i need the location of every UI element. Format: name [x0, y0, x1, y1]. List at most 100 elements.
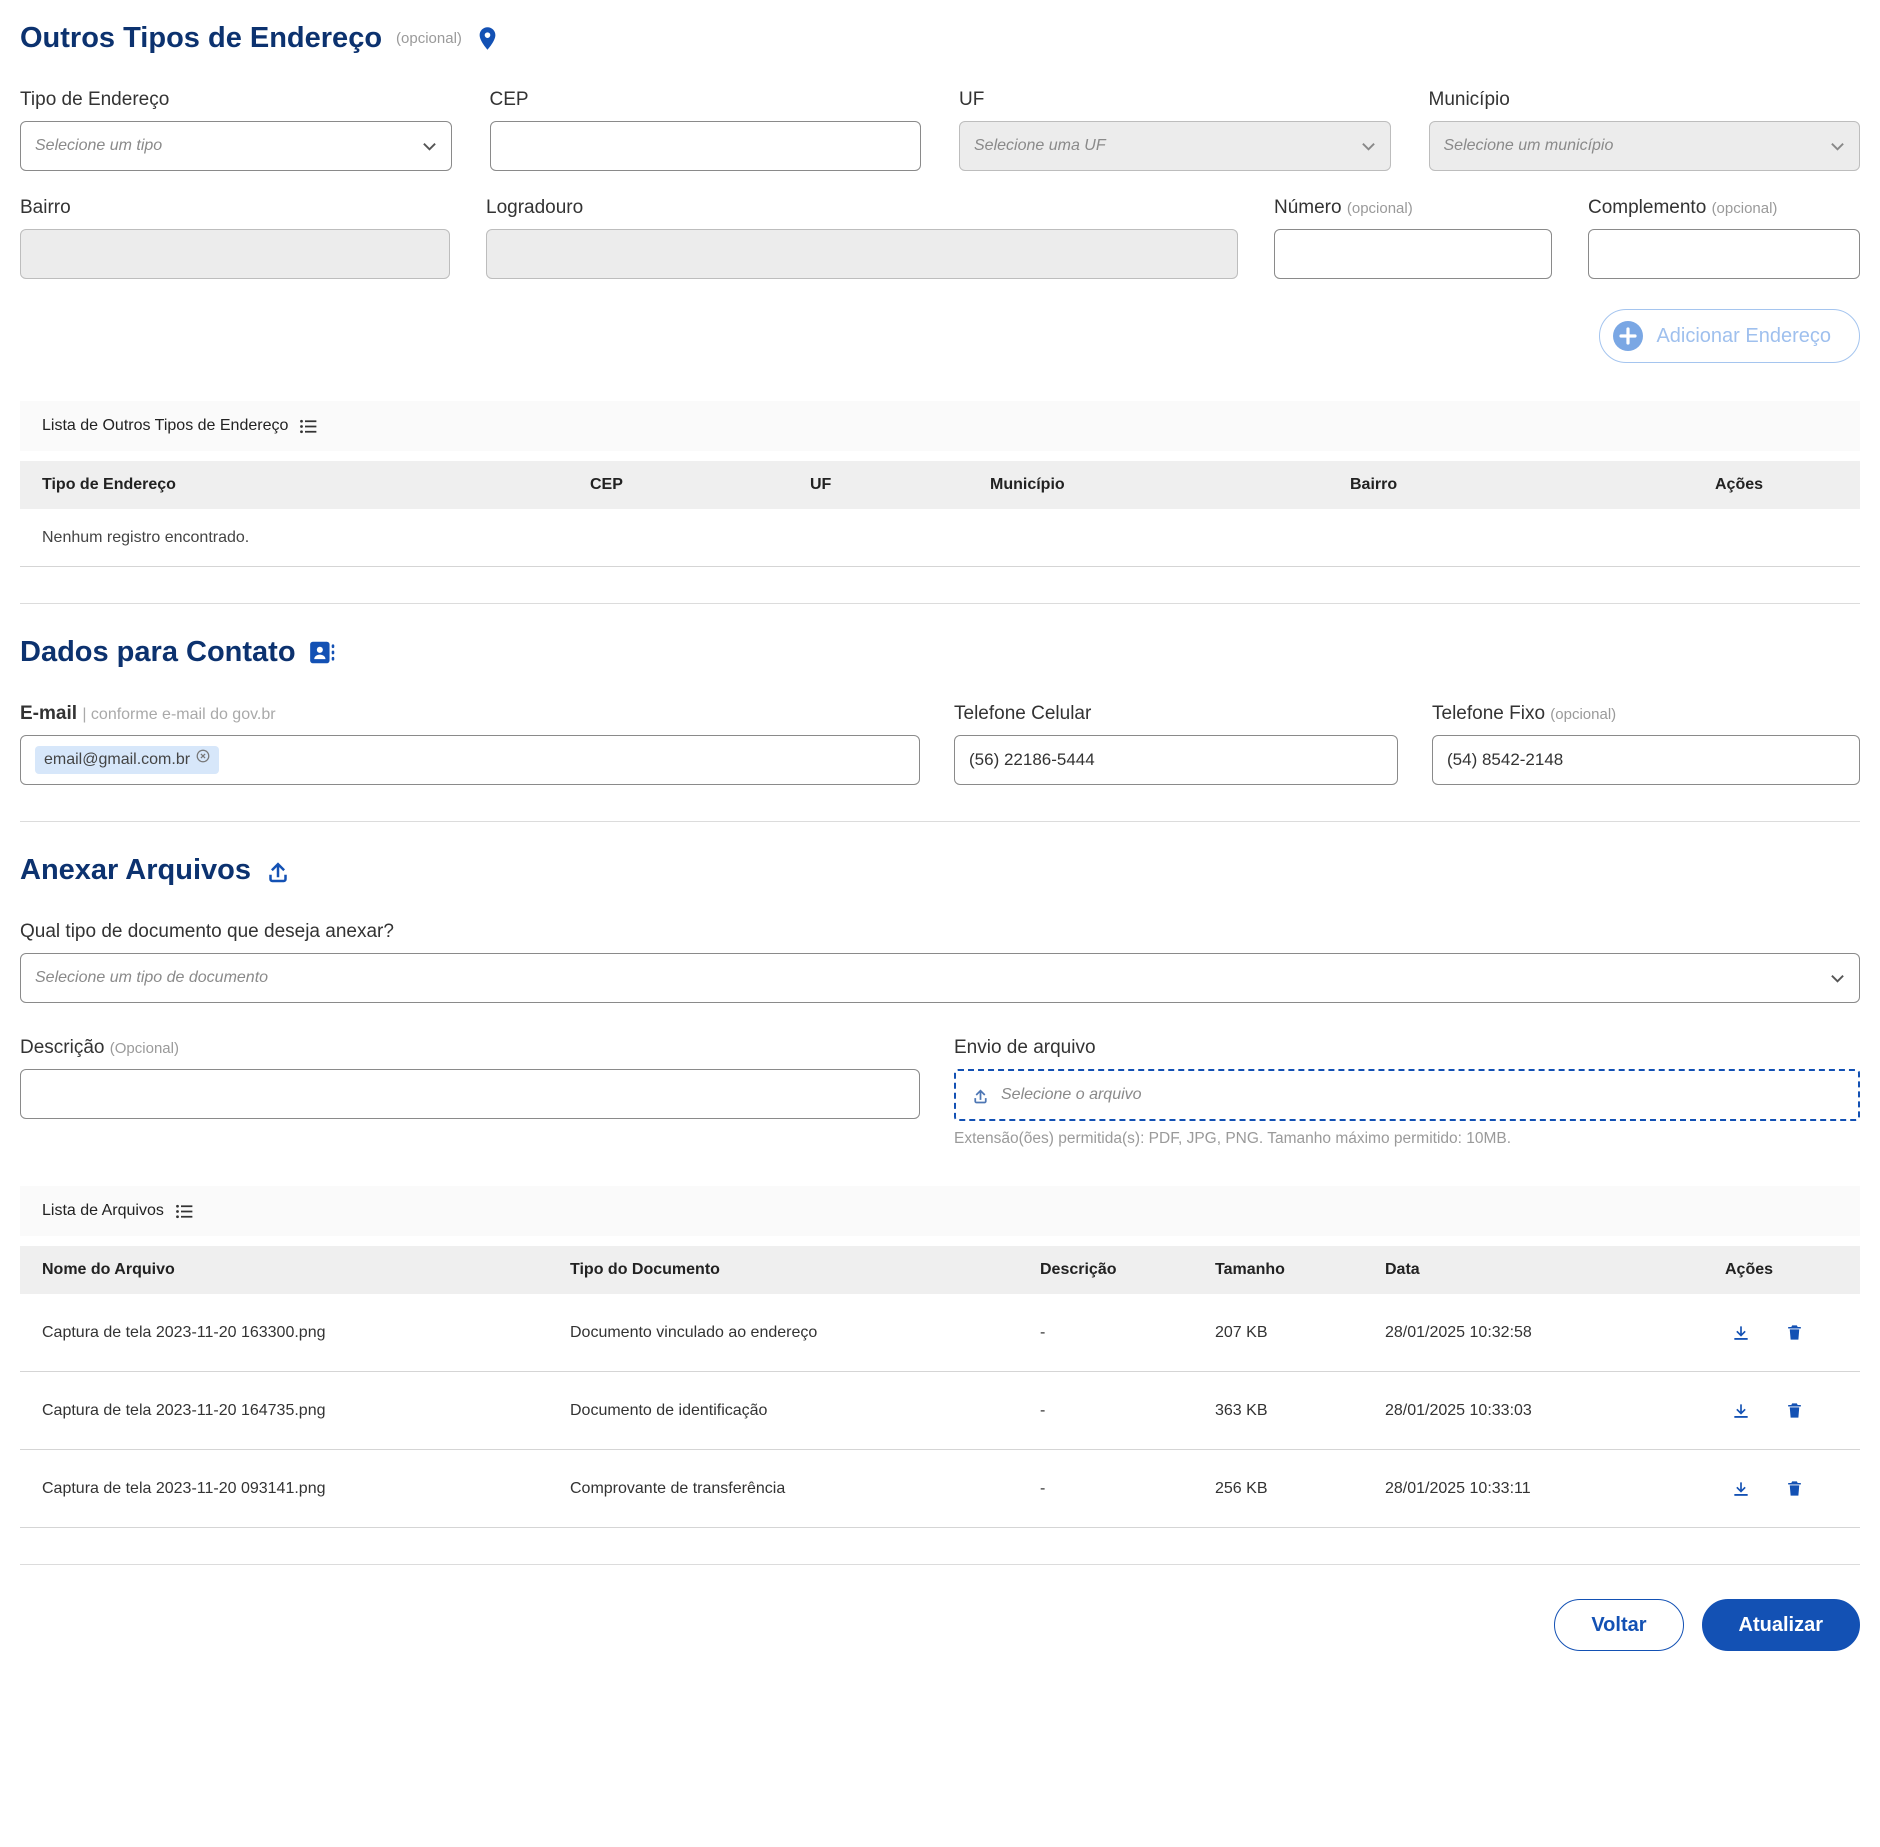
- row-actions: [1725, 1479, 1860, 1499]
- file-date: 28/01/2025 10:32:58: [1385, 1323, 1532, 1341]
- complemento-input[interactable]: [1588, 229, 1860, 279]
- email-hint: | conforme e-mail do gov.br: [82, 706, 276, 723]
- field-logradouro: Logradouro: [486, 197, 1238, 279]
- uf-label: UF: [959, 89, 985, 110]
- bairro-input[interactable]: [20, 229, 450, 279]
- uf-select[interactable]: Selecione uma UF: [959, 121, 1391, 171]
- file-size: 363 KB: [1215, 1401, 1268, 1419]
- municipio-placeholder: Selecione um município: [1443, 137, 1614, 154]
- footer-divider: [20, 1564, 1860, 1565]
- col-header: Tipo do Documento: [570, 1261, 720, 1278]
- address-table-header: Tipo de Endereço CEP UF Município Bairro…: [20, 461, 1860, 509]
- update-button[interactable]: Atualizar: [1701, 1599, 1860, 1651]
- add-address-label: Adicionar Endereço: [1656, 324, 1831, 347]
- address-fields-row-2: Bairro Logradouro Número (opcional) Comp…: [20, 197, 1860, 279]
- logradouro-input[interactable]: [486, 229, 1238, 279]
- optional-tag: (Opcional): [109, 1040, 179, 1057]
- telefone-celular-label: Telefone Celular: [954, 703, 1092, 724]
- chevron-down-icon: [1830, 139, 1845, 154]
- file-type: Documento de identificação: [570, 1401, 768, 1419]
- file-name: Captura de tela 2023-11-20 163300.png: [42, 1323, 326, 1341]
- address-list-title: Lista de Outros Tipos de Endereço: [42, 417, 289, 434]
- tipo-endereco-select[interactable]: Selecione um tipo: [20, 121, 452, 171]
- section-anexar-arquivos: Anexar Arquivos Qual tipo de documento q…: [20, 854, 1860, 1528]
- envio-arquivo-label: Envio de arquivo: [954, 1037, 1096, 1058]
- list-icon: [298, 416, 319, 437]
- col-header: Bairro: [1350, 476, 1398, 493]
- remove-email-icon[interactable]: [196, 749, 210, 763]
- download-icon[interactable]: [1731, 1323, 1751, 1343]
- trash-icon[interactable]: [1785, 1323, 1804, 1342]
- email-label: E-mail | conforme e-mail do gov.br: [20, 703, 276, 724]
- upload-icon: [263, 856, 293, 886]
- file-desc: -: [1040, 1323, 1046, 1341]
- optional-tag: (opcional): [1346, 200, 1413, 217]
- field-envio-arquivo: Envio de arquivo Selecione o arquivo Ext…: [954, 1037, 1860, 1148]
- section-divider: [20, 603, 1860, 604]
- file-size: 207 KB: [1215, 1323, 1268, 1341]
- location-pin-icon: [474, 25, 501, 52]
- section-title-contato: Dados para Contato: [20, 636, 1860, 669]
- logradouro-label: Logradouro: [486, 197, 584, 218]
- files-table: Lista de Arquivos Nome do Arquivo Tipo d…: [20, 1186, 1860, 1528]
- col-header: Tamanho: [1215, 1261, 1285, 1278]
- add-address-button[interactable]: Adicionar Endereço: [1599, 309, 1860, 363]
- descricao-input[interactable]: [20, 1069, 920, 1119]
- col-header: Descrição: [1040, 1261, 1117, 1278]
- trash-icon[interactable]: [1785, 1479, 1804, 1498]
- file-date: 28/01/2025 10:33:11: [1385, 1479, 1531, 1497]
- field-doc-type: Qual tipo de documento que deseja anexar…: [20, 921, 1860, 1003]
- table-row: Captura de tela 2023-11-20 093141.png Co…: [20, 1450, 1860, 1528]
- trash-icon[interactable]: [1785, 1401, 1804, 1420]
- email-field[interactable]: email@gmail.com.br: [20, 735, 920, 785]
- file-desc: -: [1040, 1479, 1046, 1497]
- optional-tag: (opcional): [1711, 200, 1778, 217]
- doc-type-label: Qual tipo de documento que deseja anexar…: [20, 921, 394, 942]
- download-icon[interactable]: [1731, 1479, 1751, 1499]
- email-chip-value: email@gmail.com.br: [44, 751, 191, 768]
- address-fields-row-1: Tipo de Endereço Selecione um tipo CEP U…: [20, 89, 1860, 171]
- file-dropzone[interactable]: Selecione o arquivo: [954, 1069, 1860, 1121]
- chevron-down-icon: [1361, 139, 1376, 154]
- section-outros-enderecos: Outros Tipos de Endereço (opcional) Tipo…: [20, 22, 1860, 567]
- cep-label: CEP: [489, 89, 529, 110]
- field-uf: UF Selecione uma UF: [959, 89, 1391, 171]
- contact-card-icon: [308, 639, 336, 666]
- file-name: Captura de tela 2023-11-20 093141.png: [42, 1479, 326, 1497]
- upload-hint: Extensão(ões) permitida(s): PDF, JPG, PN…: [954, 1130, 1512, 1147]
- telefone-fixo-input[interactable]: [1432, 735, 1860, 785]
- field-email: E-mail | conforme e-mail do gov.br email…: [20, 703, 920, 785]
- bairro-label: Bairro: [20, 197, 71, 218]
- telefone-fixo-label: Telefone Fixo (opcional): [1432, 703, 1617, 724]
- file-dropzone-placeholder: Selecione o arquivo: [1001, 1086, 1142, 1103]
- file-size: 256 KB: [1215, 1479, 1268, 1497]
- address-list-band: Lista de Outros Tipos de Endereço: [20, 401, 1860, 451]
- section-title-enderecos: Outros Tipos de Endereço (opcional): [20, 22, 1860, 55]
- email-chip: email@gmail.com.br: [35, 746, 220, 774]
- table-row: Captura de tela 2023-11-20 163300.png Do…: [20, 1294, 1860, 1372]
- cep-input[interactable]: [489, 121, 921, 171]
- telefone-celular-input[interactable]: [954, 735, 1398, 785]
- files-list-band: Lista de Arquivos: [20, 1186, 1860, 1236]
- optional-tag: (opcional): [1550, 706, 1617, 723]
- empty-message: Nenhum registro encontrado.: [42, 528, 250, 546]
- field-bairro: Bairro: [20, 197, 450, 279]
- col-header: Ações: [1725, 1261, 1774, 1278]
- col-header: UF: [810, 476, 832, 493]
- doc-type-select[interactable]: Selecione um tipo de documento: [20, 953, 1860, 1003]
- form-page: Outros Tipos de Endereço (opcional) Tipo…: [0, 0, 1880, 1681]
- row-actions: [1725, 1323, 1860, 1343]
- desc-upload-row: Descrição (Opcional) Envio de arquivo Se…: [20, 1037, 1860, 1148]
- plus-circle-icon: [1612, 320, 1644, 352]
- chevron-down-icon: [1830, 971, 1845, 986]
- back-button[interactable]: Voltar: [1554, 1599, 1684, 1651]
- municipio-select[interactable]: Selecione um município: [1428, 121, 1860, 171]
- col-header: Município: [990, 476, 1065, 493]
- field-complemento: Complemento (opcional): [1588, 197, 1860, 279]
- numero-input[interactable]: [1274, 229, 1552, 279]
- upload-arrow-icon: [970, 1085, 991, 1106]
- row-actions: [1725, 1401, 1860, 1421]
- download-icon[interactable]: [1731, 1401, 1751, 1421]
- uf-placeholder: Selecione uma UF: [974, 137, 1106, 154]
- table-row: Captura de tela 2023-11-20 164735.png Do…: [20, 1372, 1860, 1450]
